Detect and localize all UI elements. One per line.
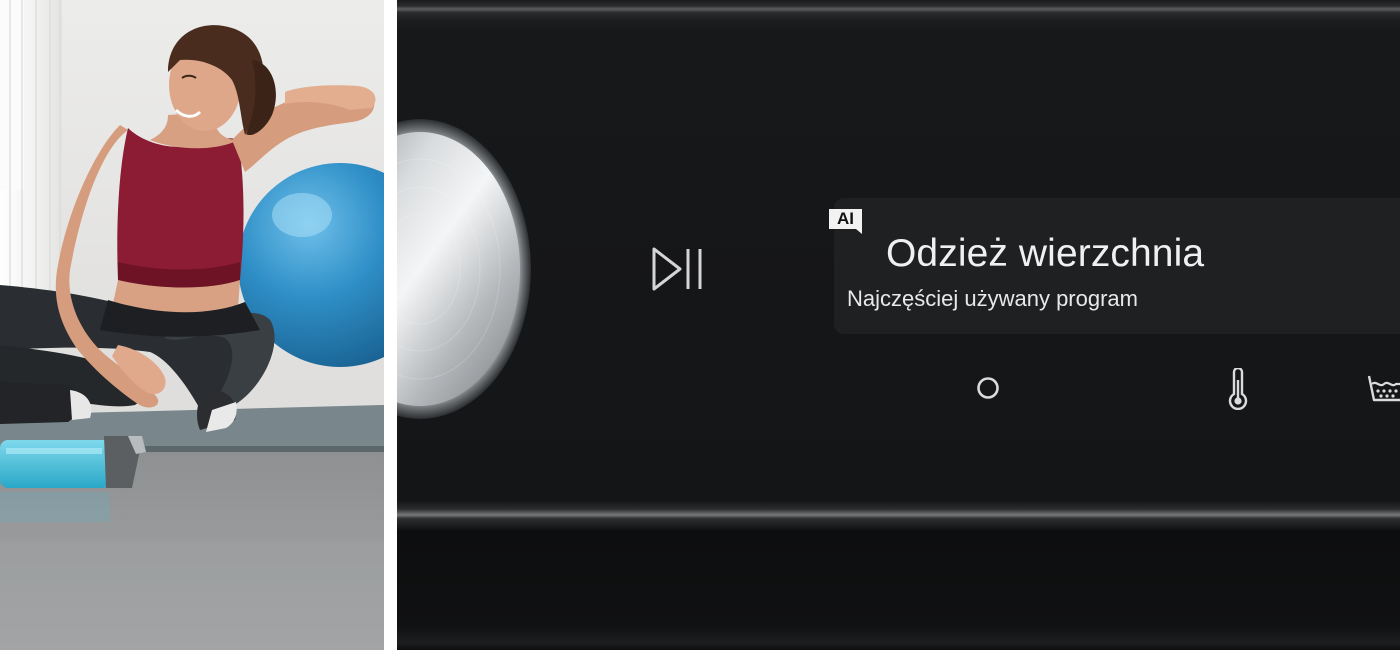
program-title: Odzież wierzchnia <box>886 232 1205 275</box>
rinse-basin-icon <box>1367 375 1400 402</box>
program-subtitle: Najczęściej używany program <box>847 286 1138 311</box>
lifestyle-photo <box>0 0 384 650</box>
top-chrome-trim <box>397 0 1400 30</box>
start-pause-button[interactable] <box>650 245 706 293</box>
woman-with-fitness-ball-illustration <box>0 0 384 650</box>
ai-badge: AI <box>829 209 862 234</box>
rinse-button[interactable] <box>1366 372 1400 404</box>
play-pause-icon <box>652 247 702 291</box>
lower-panel <box>397 530 1400 650</box>
ai-badge-label: AI <box>837 209 854 228</box>
thermometer-icon <box>1228 368 1248 410</box>
option-circle-button[interactable] <box>975 375 1001 401</box>
page: AI Odzież wierzchnia Najczęściej używany… <box>0 0 1400 650</box>
temperature-button[interactable] <box>1226 368 1250 410</box>
bottom-chrome-trim <box>397 500 1400 530</box>
circle-option-icon <box>977 377 999 399</box>
